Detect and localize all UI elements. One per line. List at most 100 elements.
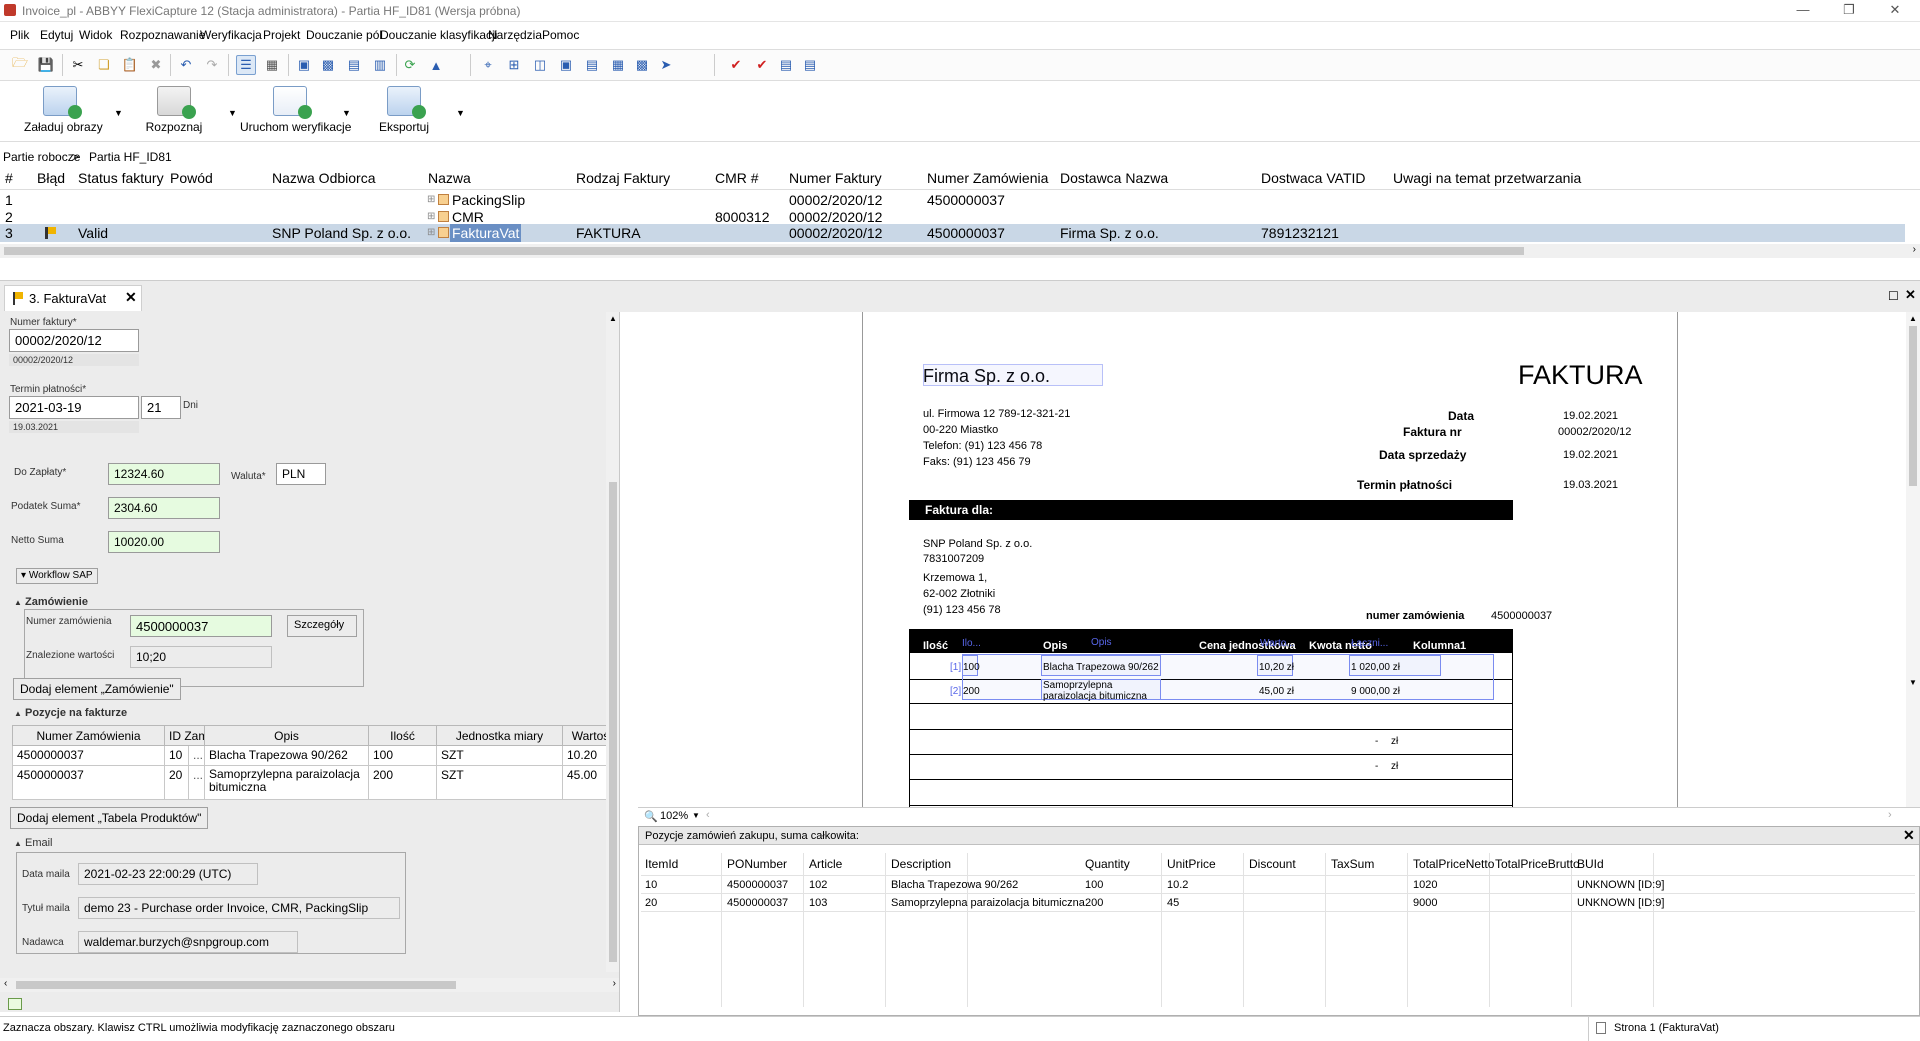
open-folder-icon[interactable]: 🗁 (10, 55, 30, 75)
crop-icon[interactable]: ⊞ (504, 55, 524, 75)
order-number-field[interactable]: 4500000037 (130, 615, 272, 637)
col-status[interactable]: Status faktury (78, 170, 164, 186)
document-view-icon[interactable]: ▩ (318, 55, 338, 75)
col-order-number[interactable]: Numer Zamówienia (12, 725, 165, 746)
col-quantity[interactable]: Quantity (1085, 857, 1130, 871)
close-tab-icon[interactable]: ✕ (125, 289, 137, 306)
grid-row-selected[interactable]: 3 Valid SNP Poland Sp. z o.o. ⊞ FakturaV… (0, 224, 1905, 242)
zoom-dropdown-icon[interactable]: ▼ (692, 811, 700, 820)
image-view-icon[interactable]: ▣ (294, 55, 314, 75)
cursor-icon[interactable]: ➤ (656, 55, 676, 75)
barcode-icon[interactable]: ▤ (582, 55, 602, 75)
picture-icon[interactable]: ▦ (608, 55, 628, 75)
recognize-dropdown-icon[interactable]: ▼ (228, 108, 237, 118)
copy-icon[interactable]: ❏ (94, 55, 114, 75)
table-icon[interactable]: ◫ (530, 55, 550, 75)
restore-button[interactable]: ❐ (1826, 0, 1872, 22)
verify-all-icon[interactable]: ✔ (752, 55, 772, 75)
batch-view-icon[interactable]: ▥ (370, 55, 390, 75)
menu-rozpoznawanie[interactable]: Rozpoznawanie (120, 28, 205, 42)
run-verification-button[interactable]: Uruchom weryfikacje (240, 86, 351, 134)
col-tax-sum[interactable]: TaxSum (1331, 857, 1374, 871)
close-pane-icon[interactable]: ✕ (1905, 287, 1916, 303)
expand-icon[interactable]: ⊞ (427, 211, 435, 222)
select-area-icon[interactable]: ⌖ (478, 55, 498, 75)
export-dropdown-icon[interactable]: ▼ (456, 108, 465, 118)
col-order-number[interactable]: Numer Zamówienia (927, 170, 1048, 186)
add-order-button[interactable]: Dodaj element „Zamówienie" (13, 678, 181, 700)
training-icon[interactable]: ▲ (426, 55, 446, 75)
zoom-icon[interactable]: 🔍 (644, 810, 658, 823)
details-button[interactable]: Szczegóły (287, 615, 357, 637)
amount-due-field[interactable]: 12324.60 (108, 463, 220, 485)
recognize-button[interactable]: Rozpoznaj (142, 86, 206, 134)
col-invoice-type[interactable]: Rodzaj Faktury (576, 170, 670, 186)
company-region[interactable] (923, 364, 1103, 386)
minimize-button[interactable]: — (1780, 0, 1826, 22)
col-total-brutto[interactable]: TotalPriceBrutto (1495, 857, 1580, 871)
redo-icon[interactable]: ↷ (202, 55, 222, 75)
col-description[interactable]: Description (891, 857, 951, 871)
list-view-icon[interactable]: ☰ (236, 55, 256, 75)
export-batch-icon[interactable]: ▤ (800, 55, 820, 75)
maximize-pane-icon[interactable]: ☐ (1888, 289, 1899, 303)
scroll-up-icon[interactable]: ▲ (609, 314, 617, 323)
scroll-left-icon[interactable]: ‹ (4, 978, 7, 989)
menu-widok[interactable]: Widok (79, 28, 112, 42)
col-invoice-number[interactable]: Numer Faktury (789, 170, 882, 186)
scroll-left-icon[interactable]: ‹ (706, 809, 710, 821)
menu-plik[interactable]: Plik (10, 28, 29, 42)
col-order-id[interactable]: ID Zam (164, 725, 205, 746)
order-section-header[interactable]: ▲ Zamówienie (14, 596, 88, 608)
col-quantity[interactable]: Ilość (368, 725, 437, 746)
col-error[interactable]: Błąd (37, 170, 65, 186)
cut-icon[interactable]: ✂ (68, 55, 88, 75)
page-view-icon[interactable]: ▤ (344, 55, 364, 75)
menu-weryfikacja[interactable]: Weryfikacja (200, 28, 262, 42)
save-icon[interactable]: 💾 (36, 55, 56, 75)
email-section-header[interactable]: ▲ Email (14, 837, 53, 849)
col-supplier-vatid[interactable]: Dostwaca VATID (1261, 170, 1366, 186)
menu-edytuj[interactable]: Edytuj (40, 28, 73, 42)
col-description[interactable]: Opis (204, 725, 369, 746)
tab-fakturavat[interactable]: 3. FakturaVat ✕ (4, 285, 142, 311)
area-select-icon[interactable] (8, 998, 22, 1010)
col-discount[interactable]: Discount (1249, 857, 1296, 871)
invoice-number-field[interactable]: 00002/2020/12 (9, 329, 139, 352)
scroll-down-icon[interactable]: ▼ (1909, 678, 1917, 687)
form-vertical-scrollbar[interactable]: ▲ (606, 312, 619, 972)
delete-icon[interactable]: ✖ (146, 55, 166, 75)
verify-icon[interactable]: ✔ (726, 55, 746, 75)
col-name[interactable]: Nazwa (428, 170, 471, 186)
load-images-button[interactable]: Załaduj obrazy (24, 86, 103, 134)
col-number[interactable]: # (5, 170, 13, 186)
menu-projekt[interactable]: Projekt (263, 28, 300, 42)
close-panel-icon[interactable]: ✕ (1903, 827, 1915, 844)
thumbnail-view-icon[interactable]: ▦ (262, 55, 282, 75)
col-recipient[interactable]: Nazwa Odbiorca (272, 170, 376, 186)
col-processing-notes[interactable]: Uwagi na temat przetwarzania (1393, 170, 1581, 186)
days-field[interactable]: 21 (141, 396, 181, 419)
scroll-right-icon[interactable]: › (1888, 809, 1892, 821)
image-viewer[interactable]: Firma Sp. z o.o. FAKTURA ul. Firmowa 12 … (638, 312, 1920, 808)
checkmark-area-icon[interactable]: ▩ (632, 55, 652, 75)
table-row[interactable]: 4500000037 10 ... Blacha Trapezowa 90/26… (12, 745, 619, 766)
menu-douczanie-pol[interactable]: Douczanie pól (306, 28, 382, 42)
lookup-button[interactable]: ... (188, 765, 205, 800)
col-supplier-name[interactable]: Dostawca Nazwa (1060, 170, 1168, 186)
close-window-button[interactable]: ✕ (1872, 0, 1918, 22)
add-product-table-button[interactable]: Dodaj element „Tabela Produktów" (10, 807, 209, 829)
expand-icon[interactable]: ⊞ (427, 227, 435, 238)
undo-icon[interactable]: ↶ (176, 55, 196, 75)
breadcrumb-root[interactable]: Partie robocze (3, 150, 80, 164)
col-cmr[interactable]: CMR # (715, 170, 759, 186)
invoice-items-section-header[interactable]: ▲ Pozycje na fakturze (14, 707, 127, 719)
currency-field[interactable]: PLN (276, 463, 326, 485)
net-sum-field[interactable]: 10020.00 (108, 531, 220, 553)
scroll-right-icon[interactable]: › (613, 978, 616, 989)
lookup-button[interactable]: ... (188, 745, 205, 766)
due-date-field[interactable]: 2021-03-19 (9, 396, 139, 419)
breadcrumb-batch[interactable]: Partia HF_ID81 (89, 150, 172, 164)
col-bu-id[interactable]: BUId (1577, 857, 1604, 871)
col-article[interactable]: Article (809, 857, 842, 871)
